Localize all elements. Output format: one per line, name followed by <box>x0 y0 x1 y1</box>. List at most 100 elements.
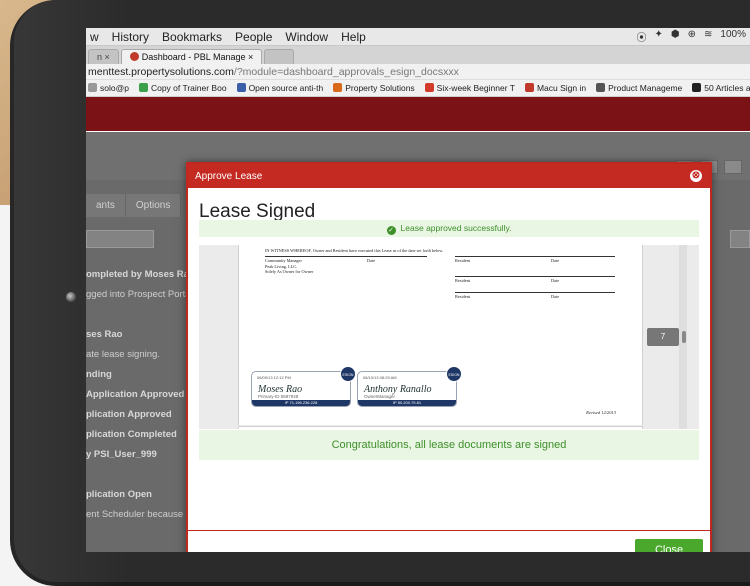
activity-item: nding <box>86 369 112 380</box>
revised-note: Revised 12/2013 <box>586 410 616 415</box>
menu-item-help[interactable]: Help <box>341 30 366 44</box>
screen: w History Bookmarks People Window Help ⦿… <box>86 28 750 552</box>
success-text: Lease approved successfully. <box>400 223 512 233</box>
date-label: Date <box>551 258 560 263</box>
browser-tabs: n × Dashboard - PBL Manage × <box>86 46 750 64</box>
bookmarks-bar: solo@p Copy of Trainer Boo Open source ant… <box>86 80 750 97</box>
modal-footer: Close <box>188 530 710 552</box>
bookmark-icon <box>596 83 606 92</box>
battery-label[interactable]: 100% <box>720 29 746 44</box>
bookmark-icon <box>424 83 434 92</box>
chevron-down-icon[interactable] <box>730 230 750 248</box>
security-icon[interactable]: ⬢ <box>671 29 680 44</box>
activity-item: ompleted by Moses Rao <box>86 269 195 280</box>
new-tab-button[interactable] <box>264 49 295 64</box>
bluetooth-icon[interactable]: ⊕ <box>688 29 696 44</box>
resident-label: Resident <box>455 258 471 263</box>
scroll-handle[interactable] <box>682 331 686 343</box>
status-tray: ⦿ ✦ ⬢ ⊕ ≋ 100% <box>637 29 750 44</box>
bookmark-item[interactable]: 50 Articles and Boo <box>692 83 750 93</box>
side-tabs: ants Options <box>86 194 182 217</box>
date-label: Date <box>367 258 376 263</box>
congrats-banner: Congratulations, all lease documents are… <box>199 430 699 460</box>
activity-item: plication Open <box>86 489 152 500</box>
bookmark-item[interactable]: Copy of Trainer Boo <box>138 83 227 93</box>
resident-label: Resident <box>455 294 471 299</box>
bookmark-item[interactable]: Open source anti-th <box>236 83 323 93</box>
witness-clause: IN WITNESS WHEREOF, Owner and Resident h… <box>265 248 444 253</box>
bookmark-item[interactable]: Property Solutions <box>333 83 415 93</box>
success-banner: ✓ Lease approved successfully. <box>199 220 699 237</box>
signature-line <box>455 256 615 257</box>
tab-applicants[interactable]: ants <box>86 194 126 217</box>
menu-bar: w History Bookmarks People Window Help ⦿… <box>86 28 750 46</box>
bookmark-icon <box>236 83 246 92</box>
activity-item: plication Completed <box>86 429 177 440</box>
bookmark-icon <box>524 83 534 92</box>
signature-line <box>455 292 615 293</box>
camera-icon <box>66 292 76 302</box>
stamp-ip: IP 71.196.236.228 <box>252 400 350 406</box>
menu-item-history[interactable]: History <box>112 30 149 44</box>
date-label: Date <box>551 278 560 283</box>
wifi-icon[interactable]: ≋ <box>704 29 712 44</box>
bookmark-item[interactable]: Product Manageme <box>596 83 682 93</box>
activity-item: gged into Prospect Portal A <box>86 289 202 300</box>
bookmark-label: Macu Sign in <box>536 83 587 93</box>
stamp-role: Primary-ID 5597948 <box>258 394 299 399</box>
bookmark-icon <box>333 83 343 92</box>
activity-item: ent Scheduler because Gu <box>86 509 199 520</box>
page-indicator[interactable]: 7 <box>647 328 679 346</box>
menu-item-view[interactable]: w <box>90 30 99 44</box>
bookmark-label: Product Manageme <box>608 83 683 93</box>
close-icon[interactable]: ⊗ <box>690 170 702 182</box>
url-host: menttest.propertysolutions.com <box>88 66 234 78</box>
close-button[interactable]: Close <box>635 539 703 552</box>
date-label: Date <box>551 294 560 299</box>
menu-item-window[interactable]: Window <box>285 30 328 44</box>
address-bar[interactable]: menttest.propertysolutions.com/?module=d… <box>86 64 750 80</box>
resident-label: Resident <box>455 278 471 283</box>
bookmark-label: Six-week Beginner T <box>436 83 515 93</box>
export-icon[interactable] <box>724 160 742 174</box>
signature-line <box>455 276 615 277</box>
signature-line <box>265 256 427 257</box>
bookmark-item[interactable]: Six-week Beginner T <box>424 83 515 93</box>
tab-label: Dashboard - PBL Manage × <box>141 52 254 62</box>
favicon-icon <box>129 52 139 61</box>
activity-item <box>86 308 201 328</box>
search-input[interactable] <box>86 230 154 248</box>
document-next-page <box>238 426 643 429</box>
stamp-date: 06/09/13 12:12 PM <box>257 375 291 380</box>
menu-item-people[interactable]: People <box>235 30 272 44</box>
bookmark-icon <box>138 83 148 92</box>
stamp-role: OwnerManager <box>364 394 396 399</box>
bookmark-item[interactable]: Macu Sign in <box>524 83 587 93</box>
app-header <box>86 97 750 131</box>
esign-stamp: 06/10/13 08:29 AM Anthony Ranallo OwnerM… <box>357 366 462 407</box>
esign-badge-icon: ESIGN <box>340 366 356 382</box>
bookmark-label: Copy of Trainer Boo <box>150 83 227 93</box>
shield-icon[interactable]: ⦿ <box>637 29 647 44</box>
bookmark-item[interactable]: solo@p <box>88 83 129 93</box>
browser-tab-dashboard[interactable]: Dashboard - PBL Manage × <box>120 49 263 64</box>
activity-item <box>86 548 201 552</box>
bookmark-label: 50 Articles and Boo <box>704 83 750 93</box>
bookmark-icon <box>692 83 702 92</box>
stamp-ip: IP 50.200.79.81 <box>358 400 456 406</box>
tab-options[interactable]: Options <box>125 194 182 217</box>
menu-item-bookmarks[interactable]: Bookmarks <box>162 30 222 44</box>
activity-item <box>86 468 201 488</box>
esign-badge-icon: ESIGN <box>446 366 462 382</box>
document-viewer[interactable]: IN WITNESS WHEREOF, Owner and Resident h… <box>199 245 699 429</box>
browser-tab-prev[interactable]: n × <box>88 49 119 64</box>
bookmark-label: Property Solutions <box>345 83 415 93</box>
approve-lease-modal: Approve Lease ⊗ Lease Signed ✓ Lease appr… <box>186 162 712 552</box>
owner-block: Community Manager Peak Living, LLC. Sole… <box>265 258 313 275</box>
activity-list: ompleted by Moses Rao gged into Prospect … <box>86 268 201 552</box>
dropbox-icon[interactable]: ✦ <box>655 29 663 44</box>
modal-header-title: Approve Lease <box>195 170 263 182</box>
url-path: /?module=dashboard_approvals_esign_docsx… <box>233 66 459 78</box>
check-icon: ✓ <box>386 226 396 235</box>
activity-item <box>86 528 201 548</box>
